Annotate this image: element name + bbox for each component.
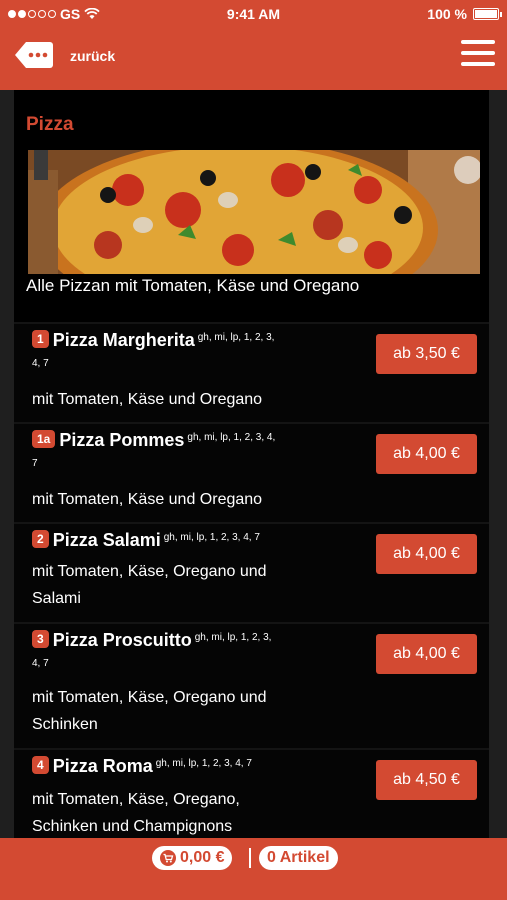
item-description-line1: mit Tomaten, Käse, Oregano, [32, 791, 240, 808]
item-allergens: gh, mi, lp, 1, 2, 3, [197, 332, 275, 343]
item-number-badge: 1 [32, 330, 49, 349]
item-description-line2: Salami [32, 590, 81, 607]
item-name: Pizza Salami [52, 530, 161, 550]
item-name: Pizza Roma [52, 756, 153, 776]
price-button[interactable]: ab 3,50 € [376, 334, 477, 374]
item-description-line2: Schinken und Champignons [32, 818, 233, 835]
item-name: Pizza Margherita [52, 330, 195, 350]
item-description-line1: mit Tomaten, Käse, Oregano und [32, 689, 267, 706]
item-heading: 1 Pizza Margherita gh, mi, lp, 1, 2, 3, 4,… [32, 330, 332, 371]
item-allergens-cont: 7 [32, 457, 38, 469]
price-button[interactable]: ab 4,50 € [376, 760, 477, 800]
article-count-pill[interactable]: 0 Artikel [259, 846, 338, 870]
hamburger-menu-icon[interactable] [461, 40, 495, 70]
item-allergens: gh, mi, lp, 1, 2, 3, [194, 632, 272, 643]
item-number-badge: 3 [32, 630, 49, 649]
item-heading: 1a Pizza Pommes gh, mi, lp, 1, 2, 3, 4, 7 [32, 430, 332, 471]
item-heading: 2 Pizza Salami gh, mi, lp, 1, 2, 3, 4, 7 [32, 530, 332, 552]
item-number-badge: 4 [32, 756, 49, 775]
item-description-line2: Schinken [32, 716, 98, 733]
section-intro: Alle Pizzan mit Tomaten, Käse und Oregan… [26, 276, 360, 295]
battery-percent: 100 % [427, 6, 467, 22]
footer-divider [249, 848, 251, 868]
item-heading: 4 Pizza Roma gh, mi, lp, 1, 2, 3, 4, 7 [32, 756, 332, 778]
price-button[interactable]: ab 4,00 € [376, 634, 477, 674]
section-title: Pizza [26, 114, 74, 135]
item-description-line1: mit Tomaten, Käse, Oregano und [32, 563, 267, 580]
item-description: mit Tomaten, Käse, Oregano und Schinken [32, 684, 322, 738]
back-icon[interactable] [14, 40, 54, 70]
item-description: mit Tomaten, Käse und Oregano [32, 391, 263, 408]
price-button[interactable]: ab 4,00 € [376, 534, 477, 574]
menu-content: Pizza Alle Pizzan mit Tomaten, Käse und … [14, 90, 489, 838]
cart-bar[interactable]: 0,00 € 0 Artikel [0, 838, 507, 900]
item-allergens-cont: 4, 7 [32, 357, 49, 369]
article-count: 0 Artikel [267, 849, 330, 866]
status-bar: GS 9:41 AM 100 % [0, 0, 507, 28]
back-button-label[interactable]: zurück [70, 48, 115, 64]
app-header: GS 9:41 AM 100 % zurück [0, 0, 507, 90]
menu-item[interactable]: 1a Pizza Pommes gh, mi, lp, 1, 2, 3, 4, 7 … [14, 422, 489, 522]
menu-item[interactable]: 1 Pizza Margherita gh, mi, lp, 1, 2, 3, 4,… [14, 322, 489, 422]
item-allergens: gh, mi, lp, 1, 2, 3, 4, 7 [163, 532, 260, 543]
menu-item[interactable]: 2 Pizza Salami gh, mi, lp, 1, 2, 3, 4, 7 m… [14, 522, 489, 622]
item-description: mit Tomaten, Käse und Oregano [32, 491, 263, 508]
item-heading: 3 Pizza Proscuitto gh, mi, lp, 1, 2, 3, 4,… [32, 630, 332, 671]
menu-item[interactable]: 3 Pizza Proscuitto gh, mi, lp, 1, 2, 3, 4,… [14, 622, 489, 748]
item-name: Pizza Pommes [59, 430, 185, 450]
item-allergens: gh, mi, lp, 1, 2, 3, 4, 7 [155, 758, 252, 769]
item-description: mit Tomaten, Käse, Oregano und Salami [32, 558, 322, 612]
cart-icon [160, 850, 176, 866]
pizza-hero-image [28, 150, 480, 274]
item-name: Pizza Proscuitto [52, 630, 192, 650]
battery-status: 100 % [427, 6, 502, 22]
battery-icon [473, 8, 502, 20]
item-number-badge: 2 [32, 530, 49, 549]
cart-total: 0,00 € [180, 849, 225, 866]
item-number-badge: 1a [32, 430, 56, 449]
price-button[interactable]: ab 4,00 € [376, 434, 477, 474]
item-allergens-cont: 4, 7 [32, 657, 49, 669]
item-description: mit Tomaten, Käse, Oregano, Schinken und… [32, 786, 322, 838]
cart-total-pill[interactable]: 0,00 € [152, 846, 233, 870]
item-allergens: gh, mi, lp, 1, 2, 3, 4, [187, 432, 276, 443]
menu-item[interactable]: 4 Pizza Roma gh, mi, lp, 1, 2, 3, 4, 7 mit… [14, 748, 489, 838]
